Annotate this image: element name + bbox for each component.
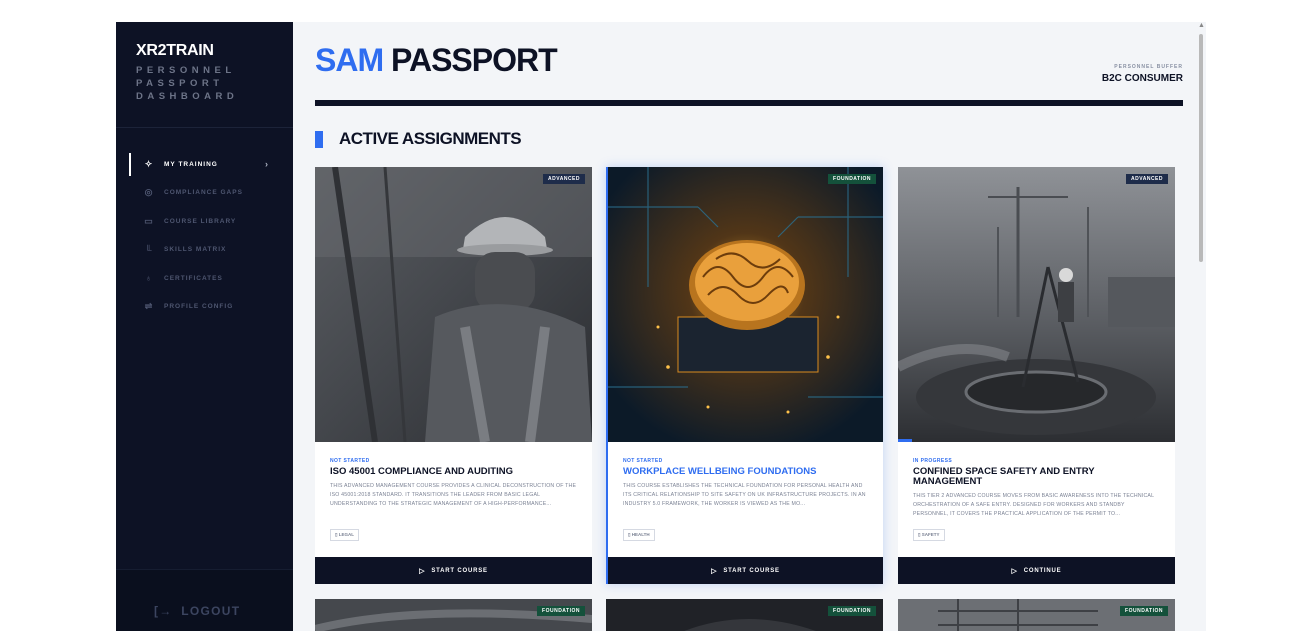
sidebar-item-label: PROFILE CONFIG <box>164 303 234 311</box>
card-status: NOT STARTED <box>330 458 370 464</box>
brand: XR2TRAIN PERSONNEL PASSPORT DASHBOARD <box>116 22 293 128</box>
worker-hardhat-image: ADVANCED <box>315 167 592 442</box>
book-icon: ▭ <box>144 215 154 226</box>
sliders-icon: ⇌ <box>144 301 154 312</box>
course-card[interactable]: FOUNDATION <box>315 599 592 631</box>
category-tag: ▯ SAFETY <box>913 529 945 541</box>
card-description: THIS COURSE ESTABLISHES THE TECHNICAL FO… <box>623 483 866 507</box>
meta-label: PERSONNEL BUFFER <box>1114 64 1183 70</box>
sidebar-item-label: COURSE LIBRARY <box>164 217 237 225</box>
sparkle-icon: ✧ <box>144 158 154 169</box>
card-title: CONFINED SPACE SAFETY AND ENTRY MANAGEME… <box>913 466 1095 487</box>
play-icon: ▷ <box>711 567 718 575</box>
level-badge: FOUNDATION <box>1120 606 1168 616</box>
section-header: ACTIVE ASSIGNMENTS <box>315 128 1183 150</box>
play-icon: ▷ <box>1011 567 1018 575</box>
scrollbar[interactable]: ▲ <box>1197 22 1205 631</box>
card-description: THIS ADVANCED MANAGEMENT COURSE PROVIDES… <box>330 483 577 507</box>
section-marker <box>315 130 323 148</box>
brand-subtitle: PERSONNEL PASSPORT DASHBOARD <box>136 65 239 102</box>
level-badge: FOUNDATION <box>828 174 876 184</box>
brand-name: XR2TRAIN <box>136 42 214 59</box>
course-card[interactable]: FOUNDATION <box>606 599 883 631</box>
chevron-right-icon: › <box>265 159 269 170</box>
meta-value: B2C CONSUMER <box>1101 73 1183 84</box>
button-label: START COURSE <box>431 567 488 574</box>
award-icon: ♁ <box>145 273 153 284</box>
sidebar-item-profile-config[interactable]: ⇌ PROFILE CONFIG <box>116 293 293 322</box>
bar-chart-icon: ╙ <box>145 244 153 255</box>
sidebar-item-course-library[interactable]: ▭ COURSE LIBRARY <box>116 207 293 236</box>
course-card[interactable]: ADVANCED IN PROGRESS CONFINED SPACE SAFE… <box>898 167 1175 584</box>
sidebar-item-label: MY TRAINING <box>164 160 218 168</box>
account-meta: PERSONNEL BUFFER B2C CONSUMER <box>1102 64 1183 84</box>
card-body: NOT STARTED ISO 45001 COMPLIANCE AND AUD… <box>315 442 592 556</box>
sidebar-item-certificates[interactable]: ♁ CERTIFICATES <box>116 264 293 293</box>
sidebar-item-skills-matrix[interactable]: ╙ SKILLS MATRIX <box>116 236 293 265</box>
scroll-thumb[interactable] <box>1199 34 1203 262</box>
sidebar-item-label: SKILLS MATRIX <box>164 246 227 254</box>
level-badge: ADVANCED <box>1126 174 1168 184</box>
page-title-rest: PASSPORT <box>391 42 558 78</box>
page-header: SAM PASSPORT PERSONNEL BUFFER B2C CONSUM… <box>315 22 1183 106</box>
card-body: NOT STARTED WORKPLACE WELLBEING FOUNDATI… <box>608 442 883 556</box>
start-course-button[interactable]: ▷ START COURSE <box>315 557 592 584</box>
card-title: ISO 45001 COMPLIANCE AND AUDITING <box>330 466 513 477</box>
main-content: SAM PASSPORT PERSONNEL BUFFER B2C CONSUM… <box>293 22 1206 631</box>
circuit-brain-image: FOUNDATION <box>608 167 883 442</box>
page-title: SAM PASSPORT <box>315 42 558 79</box>
course-card[interactable]: FOUNDATION NOT STARTED WORKPLACE WELLBEI… <box>606 167 883 584</box>
play-icon: ▷ <box>419 567 426 575</box>
level-badge: ADVANCED <box>543 174 585 184</box>
sidebar-footer: [→ LOGOUT <box>116 569 293 631</box>
app-window: XR2TRAIN PERSONNEL PASSPORT DASHBOARD ✧ … <box>116 22 1206 631</box>
category-tag-label: SAFETY <box>921 532 940 537</box>
level-badge: FOUNDATION <box>537 606 585 616</box>
logout-label: LOGOUT <box>181 604 241 618</box>
category-tag-label: LEGAL <box>338 532 354 537</box>
card-status: IN PROGRESS <box>913 458 953 464</box>
sidebar-item-label: COMPLIANCE GAPS <box>164 189 243 197</box>
sidebar-item-compliance-gaps[interactable]: ◎ COMPLIANCE GAPS <box>116 179 293 208</box>
category-tag: ▯ LEGAL <box>330 529 359 541</box>
sidebar: XR2TRAIN PERSONNEL PASSPORT DASHBOARD ✧ … <box>116 22 293 631</box>
level-badge: FOUNDATION <box>828 606 876 616</box>
button-label: CONTINUE <box>1023 567 1062 574</box>
sidebar-item-my-training[interactable]: ✧ MY TRAINING › <box>116 150 293 179</box>
card-body: IN PROGRESS CONFINED SPACE SAFETY AND EN… <box>898 442 1175 556</box>
category-tag-label: HEALTH <box>631 532 650 537</box>
course-card[interactable]: ADVANCED NOT STARTED ISO 45001 COMPLIANC… <box>315 167 592 584</box>
course-card[interactable]: FOUNDATION <box>898 599 1175 631</box>
card-description: THIS TIER 2 ADVANCED COURSE MOVES FROM B… <box>913 493 1154 517</box>
sidebar-nav: ✧ MY TRAINING › ◎ COMPLIANCE GAPS ▭ COUR… <box>116 128 293 321</box>
logout-icon: [→ <box>154 604 173 618</box>
start-course-button[interactable]: ▷ START COURSE <box>608 557 883 584</box>
card-status: NOT STARTED <box>623 458 663 464</box>
section-title: ACTIVE ASSIGNMENTS <box>339 129 522 148</box>
construction-site-image: ADVANCED <box>898 167 1175 442</box>
continue-button[interactable]: ▷ CONTINUE <box>898 557 1175 584</box>
scroll-up-arrow-icon[interactable]: ▲ <box>1198 22 1205 29</box>
logout-button[interactable]: [→ LOGOUT <box>154 604 240 618</box>
button-label: START COURSE <box>723 567 780 574</box>
category-tag: ▯ HEALTH <box>623 529 655 541</box>
target-icon: ◎ <box>144 187 154 198</box>
card-title: WORKPLACE WELLBEING FOUNDATIONS <box>623 466 817 477</box>
sidebar-item-label: CERTIFICATES <box>164 274 223 282</box>
page-title-accent: SAM <box>315 42 384 78</box>
